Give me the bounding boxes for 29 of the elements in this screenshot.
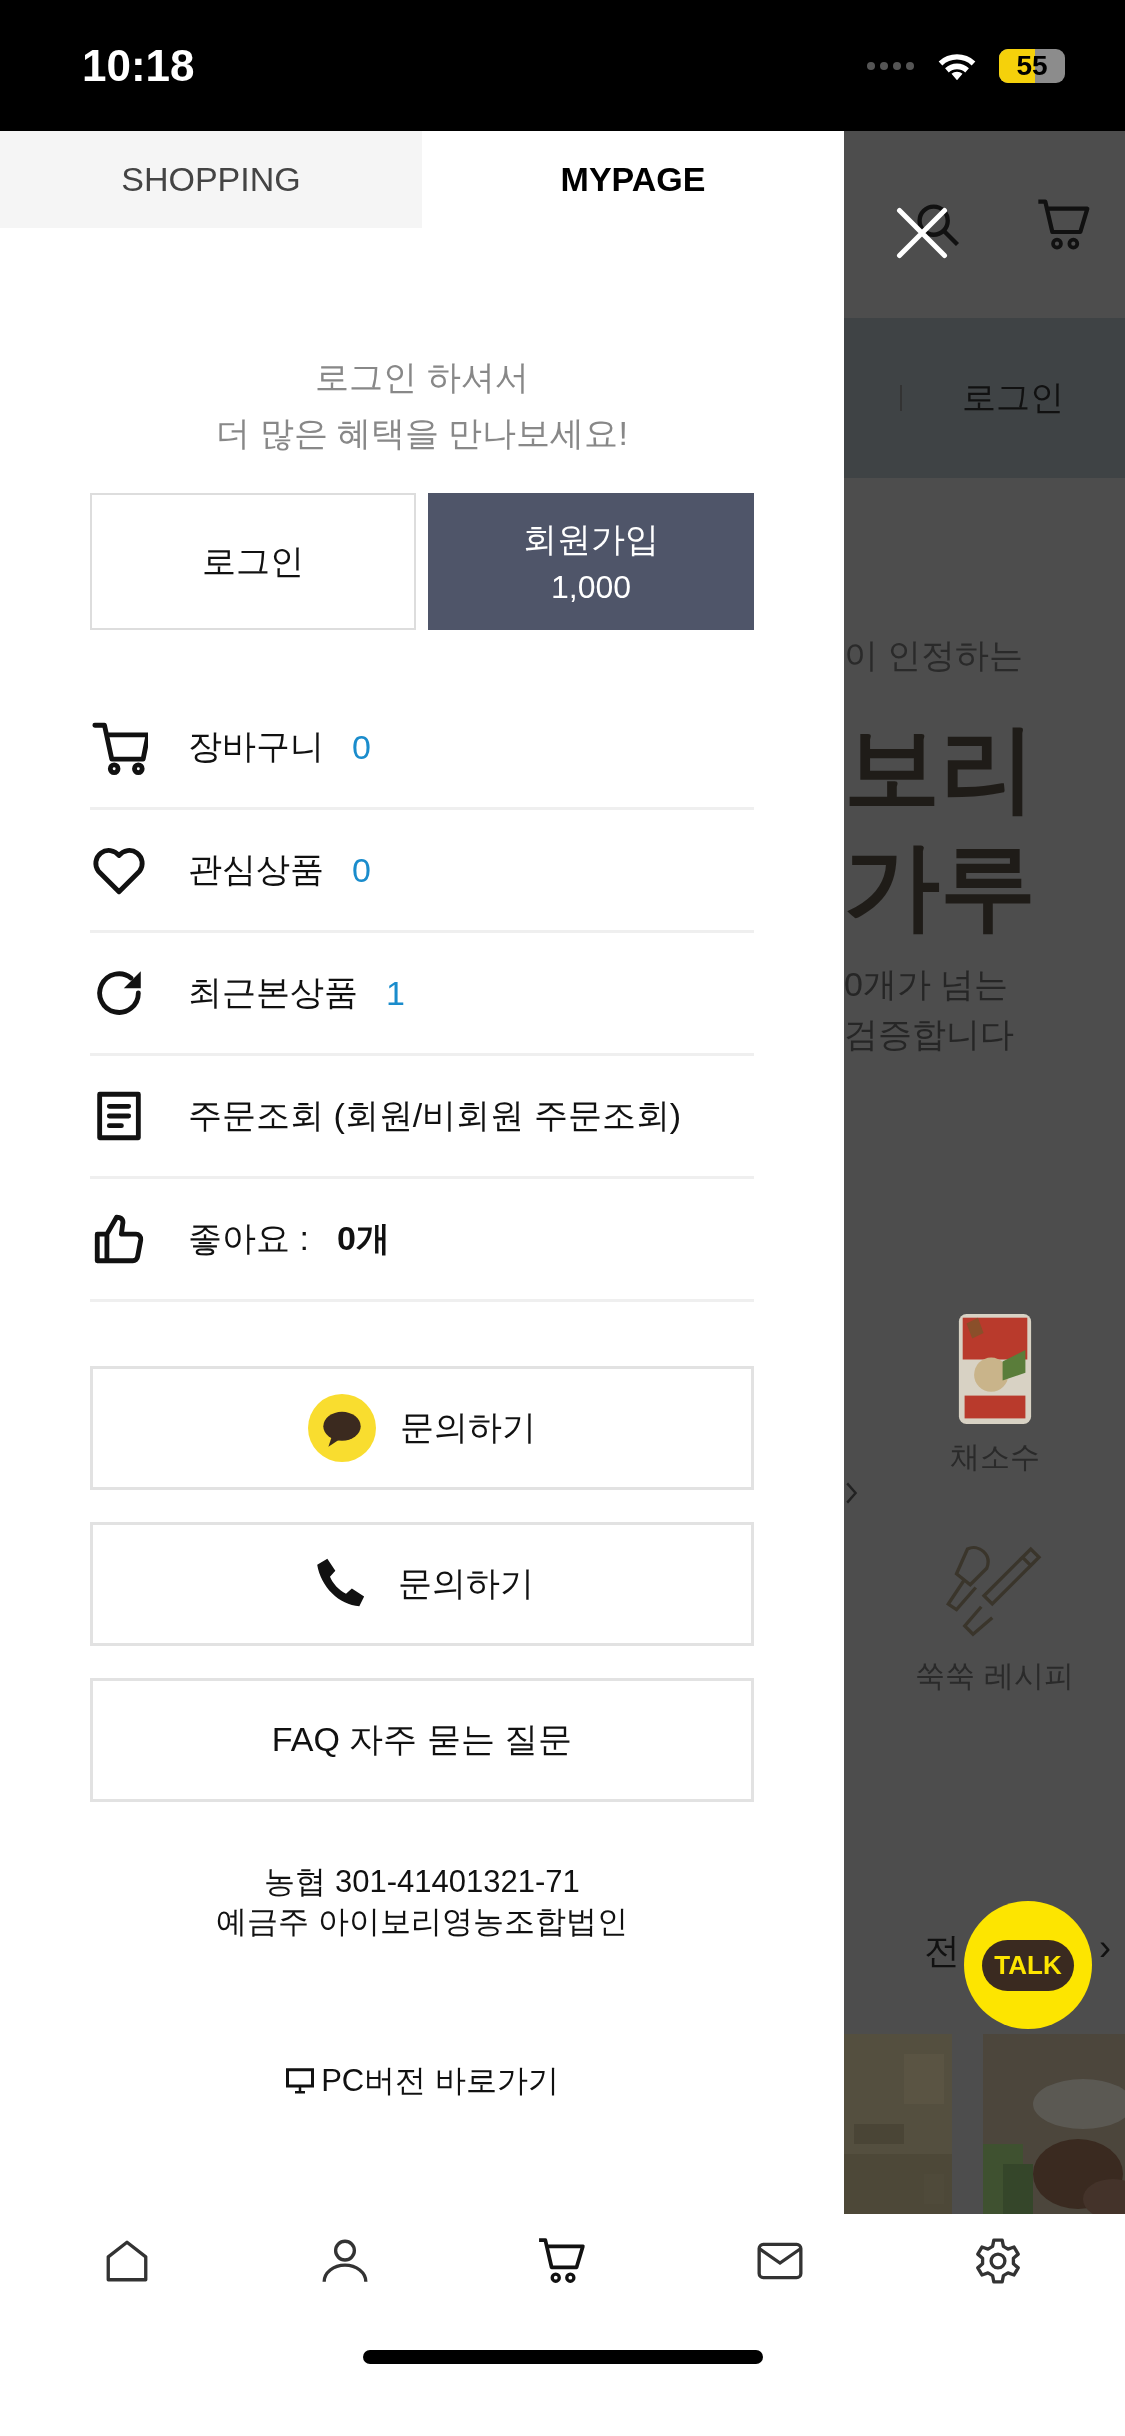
cart-icon[interactable] <box>537 2236 588 2286</box>
menu-item[interactable]: 좋아요 : <box>188 1216 309 1262</box>
faq-button[interactable]: FAQ 자주 묻는 질문 <box>90 1678 754 1802</box>
menu-item[interactable]: 장바구니 <box>188 724 324 770</box>
inquiry-button[interactable]: 문의하기 <box>90 1522 754 1646</box>
battery-icon: 55 <box>999 48 1065 83</box>
signal-icon <box>865 60 915 71</box>
chat-button[interactable]: TALK <box>964 1901 1092 2029</box>
bank-account-text: 예금주 아이보리영농조합법인 <box>215 1903 629 1941</box>
login-button[interactable]: 로그인 <box>90 493 416 630</box>
menu-item[interactable]: 주문조회 (회원/비회원 주문조회) <box>188 1093 681 1139</box>
login-prompt-text: 더 많은 혜택을 만나보세요! <box>215 413 629 454</box>
item-count: 1 <box>386 973 405 1013</box>
tab[interactable]: SHOPPING <box>0 131 422 228</box>
menu-item[interactable]: 관심상품 <box>188 847 324 893</box>
login-prompt-text: 로그인 하셔서 <box>314 357 530 398</box>
status-time: 10:18 <box>82 40 195 91</box>
menu-item[interactable]: 최근본상품 <box>188 970 358 1016</box>
item-count: 0 <box>352 850 371 890</box>
bank-account-text: 농협 301-41401321-71 <box>263 1863 581 1901</box>
chevron-icon <box>846 1481 858 1505</box>
item-count: 0 <box>352 727 371 767</box>
signup-button[interactable]: 회원가입 1,000 <box>428 493 754 630</box>
chevron-text: › <box>1099 1927 1111 1970</box>
pc-version-link[interactable]: PC버전 바로가기 <box>285 2060 559 2102</box>
chat-bubble-icon <box>308 1394 376 1462</box>
monitor-icon <box>285 2066 316 2096</box>
inquiry-button[interactable]: 문의하기 <box>90 1366 754 1490</box>
item-count: 0개 <box>336 1218 390 1259</box>
